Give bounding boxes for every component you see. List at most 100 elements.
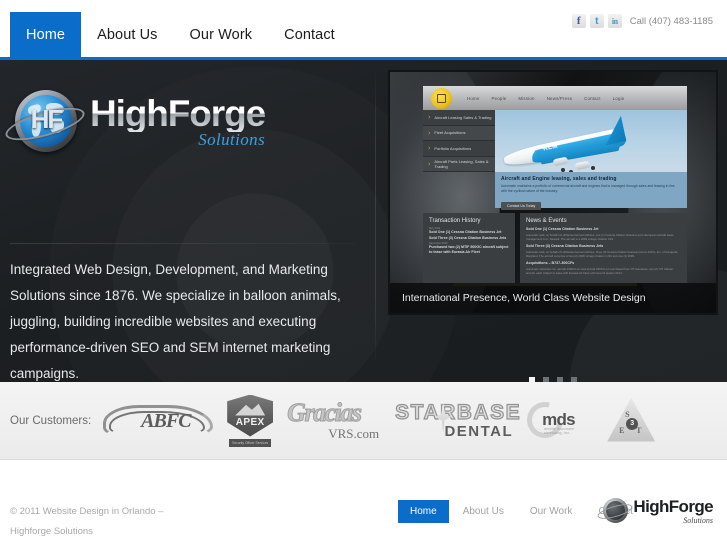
facebook-icon[interactable]: f — [571, 14, 586, 28]
portfolio-site-logo-icon — [431, 88, 452, 109]
hero-accent-bar — [0, 57, 727, 60]
portfolio-banner-title: Aircraft and Engine leasing, sales and t… — [501, 176, 617, 183]
news-row-title: Sold One (1) Cessna Citation Business Je… — [526, 227, 599, 232]
twitter-icon[interactable]: t — [589, 14, 604, 28]
portfolio-nav-news: News/Press — [546, 95, 573, 101]
apex-logo-sub: Security Officer Services — [229, 438, 272, 447]
portfolio-site-nav: Home People Mission News/Press Contact L… — [423, 86, 687, 110]
news-row-body: Automatic sold, on behalf of Lufthansa G… — [526, 233, 674, 242]
mds-logo-sub: mobile document shredding, inc. — [544, 426, 575, 435]
logo-wordmark: HighForge Solutions — [90, 92, 266, 150]
logo-wordmark-text: HighForge — [90, 92, 266, 134]
news-row-body: Automatic Industries Inc. aircraft 23620… — [526, 266, 674, 275]
abfc-logo-text: ABFC — [141, 409, 191, 432]
hero-section: HF HighForge Solutions Integrated Web De… — [0, 57, 727, 382]
news-row-title: Sold Three (3) Cessna Citation Business … — [526, 244, 604, 249]
transaction-row-title: Sold One (1) Cessna Citation Business Je… — [429, 230, 502, 235]
hero-horizontal-divider — [10, 243, 355, 244]
footer-nav-about-us[interactable]: About Us — [451, 500, 516, 523]
portfolio-banner-text: Automatic maintains a portfolio of comme… — [501, 183, 675, 193]
portfolio-sidebar-label: Aircraft Parts Leasing, Sales & Trading — [434, 158, 489, 170]
nav-item-contact[interactable]: Contact — [268, 12, 351, 57]
news-events-title: News & Events — [526, 218, 567, 225]
footer-logo-text: HighForge — [633, 496, 713, 516]
linkedin-icon[interactable]: in — [607, 14, 622, 28]
page-root: Home About Us Our Work Contact f t in Ca… — [0, 0, 727, 545]
carousel-slide[interactable]: Home People Mission News/Press Contact L… — [388, 70, 718, 315]
portfolio-nav-people: People — [491, 95, 507, 101]
portfolio-sidebar-label: Portfolio Acquisitions — [434, 145, 472, 151]
carousel-caption: International Presence, World Class Webs… — [390, 283, 716, 313]
portfolio-nav-mission: Mission — [518, 95, 535, 101]
klm-airplane-photo: KLM — [495, 110, 687, 173]
portfolio-banner: Aircraft and Engine leasing, sales and t… — [495, 172, 687, 211]
portfolio-sidebar-item: › Aircraft Leasing Sales & Trading — [423, 110, 495, 126]
customers-label: Our Customers: — [10, 414, 92, 427]
globe-icon: HF — [2, 87, 88, 157]
chevron-right-icon: › — [428, 128, 431, 137]
footer-logo-tagline: Solutions — [683, 515, 713, 525]
copyright-line-2: Highforge Solutions — [10, 525, 93, 537]
customer-logo-list: ABFC APEX Security Officer Services Grac… — [103, 394, 656, 447]
apex-logo-text: APEX — [235, 416, 265, 428]
gracias-logo-sub: VRS.com — [328, 425, 380, 441]
apex-logo[interactable]: APEX Security Officer Services — [227, 394, 274, 447]
nav-item-our-work[interactable]: Our Work — [174, 12, 269, 57]
news-row-title: Acquisitions – B737-300CFs — [526, 261, 575, 266]
transaction-row-title: Sold Three (3) Cessna Citation Business … — [429, 236, 507, 241]
portfolio-site-body: › Aircraft Leasing Sales & Trading › Fle… — [423, 110, 687, 283]
portfolio-sidebar-label: Aircraft Leasing Sales & Trading — [434, 114, 492, 120]
portfolio-nav-contact: Contact — [584, 95, 601, 101]
footer-nav-home[interactable]: Home — [398, 500, 449, 523]
hero-carousel[interactable]: Home People Mission News/Press Contact L… — [388, 70, 718, 315]
footer-logo-wordmark: HighForge Solutions — [633, 498, 713, 525]
hero-description: Integrated Web Design, Development, and … — [10, 262, 341, 381]
news-events-panel: News & Events Sold One (1) Cessna Citati… — [520, 213, 687, 283]
portfolio-nav-home: Home — [467, 95, 480, 101]
abfc-logo[interactable]: ABFC — [103, 397, 214, 445]
customers-strip: Our Customers: ABFC APEX Security Office… — [0, 382, 727, 460]
chevron-right-icon: › — [428, 113, 431, 122]
copyright: © 2011 Website Design in Orlando – Highf… — [10, 502, 163, 542]
portfolio-banner-button: Contact Us Today — [501, 202, 542, 211]
chevron-right-icon: › — [428, 160, 431, 169]
portfolio-sidebar-item: › Fleet Acquisitions — [423, 125, 495, 142]
phone-number: Call (407) 483-1185 — [629, 15, 713, 27]
mds-shredding-logo[interactable]: mds mobile document shredding, inc. — [520, 394, 593, 445]
portfolio-site-sidebar: › Aircraft Leasing Sales & Trading › Fle… — [423, 110, 495, 173]
chevron-right-icon: › — [428, 144, 431, 153]
hero-vertical-divider — [375, 67, 376, 367]
site-footer: © 2011 Website Design in Orlando – Highf… — [0, 460, 727, 545]
main-navigation: Home About Us Our Work Contact — [10, 12, 351, 57]
transaction-history-title: Transaction History — [429, 218, 481, 225]
site-header: Home About Us Our Work Contact f t in Ca… — [0, 0, 727, 57]
portfolio-sidebar-label: Fleet Acquisitions — [434, 130, 466, 136]
transaction-row-title: Purchased two (2) MTIF 500GC aircraft su… — [429, 244, 509, 254]
starbase-logo-text: STARBASE — [395, 400, 522, 424]
starbase-logo-sub: DENTAL — [444, 422, 514, 440]
gracias-logo-text: Gracias — [287, 397, 363, 427]
header-social-and-phone: f t in Call (407) 483-1185 — [571, 14, 713, 28]
globe-icon — [596, 496, 635, 526]
portfolio-nav-login: Login — [612, 95, 625, 101]
footer-nav-our-work[interactable]: Our Work — [518, 500, 585, 523]
set-3-bet-logo[interactable]: S E T 3 — [607, 397, 656, 444]
hero-logo[interactable]: HF HighForge Solutions — [2, 87, 266, 157]
nav-item-about-us[interactable]: About Us — [81, 12, 173, 57]
portfolio-site-screenshot: Home People Mission News/Press Contact L… — [423, 86, 687, 286]
transaction-history-panel: Transaction History May 2011 Sold One (1… — [423, 213, 515, 283]
gracias-vrs-logo[interactable]: Gracias VRS.com — [287, 396, 381, 446]
portfolio-panels: Transaction History May 2011 Sold One (1… — [423, 213, 687, 283]
set-logo-number: 3 — [626, 417, 639, 430]
set-letter-e: E — [619, 425, 625, 435]
portfolio-site-hero: › Aircraft Leasing Sales & Trading › Fle… — [423, 110, 687, 173]
copyright-line-1: © 2011 Website Design in Orlando – — [10, 506, 164, 517]
news-row-body: Automatic sold, on behalf of Lufthansa G… — [526, 249, 679, 259]
starbase-dental-logo[interactable]: STARBASE DENTAL — [395, 397, 521, 445]
portfolio-sidebar-item: › Aircraft Parts Leasing, Sales & Tradin… — [423, 156, 495, 173]
footer-logo[interactable]: HighForge Solutions — [596, 496, 714, 526]
nav-item-home[interactable]: Home — [10, 12, 82, 57]
logo-monogram: HF — [30, 103, 64, 134]
portfolio-sidebar-item: › Portfolio Acquisitions — [423, 141, 495, 157]
set-letter-s: S — [625, 409, 630, 419]
